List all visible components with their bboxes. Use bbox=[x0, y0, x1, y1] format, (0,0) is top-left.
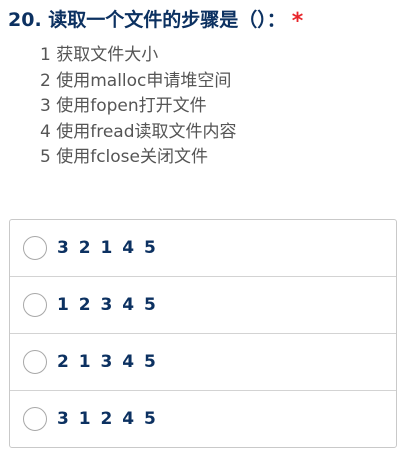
option-c[interactable]: 2 1 3 4 5 bbox=[10, 334, 396, 391]
step-list: 1 获取文件大小 2 使用malloc申请堆空间 3 使用fopen打开文件 4… bbox=[40, 43, 390, 171]
step-item: 5 使用fclose关闭文件 bbox=[40, 147, 208, 167]
option-label: 1 2 3 4 5 bbox=[57, 295, 158, 315]
option-a[interactable]: 3 2 1 4 5 bbox=[10, 220, 396, 277]
required-marker: * bbox=[291, 9, 304, 34]
radio-button[interactable] bbox=[23, 350, 47, 374]
answer-options: 3 2 1 4 5 1 2 3 4 5 2 1 3 4 5 3 1 2 4 5 bbox=[9, 219, 397, 448]
step-item: 2 使用malloc申请堆空间 bbox=[40, 70, 232, 91]
option-label: 3 2 1 4 5 bbox=[57, 238, 158, 258]
option-label: 3 1 2 4 5 bbox=[57, 409, 158, 429]
radio-button[interactable] bbox=[23, 407, 47, 431]
step-item: 1 获取文件大小 bbox=[40, 45, 159, 65]
option-b[interactable]: 1 2 3 4 5 bbox=[10, 277, 396, 334]
option-d[interactable]: 3 1 2 4 5 bbox=[10, 391, 396, 447]
step-item: 4 使用fread读取文件内容 bbox=[40, 121, 237, 142]
question-text: 20. 读取一个文件的步骤是（）： bbox=[8, 9, 286, 31]
option-label: 2 1 3 4 5 bbox=[57, 352, 158, 372]
radio-button[interactable] bbox=[23, 293, 47, 317]
step-item: 3 使用fopen打开文件 bbox=[40, 96, 207, 116]
radio-button[interactable] bbox=[23, 236, 47, 260]
question-title: 20. 读取一个文件的步骤是（）： * bbox=[8, 5, 400, 35]
